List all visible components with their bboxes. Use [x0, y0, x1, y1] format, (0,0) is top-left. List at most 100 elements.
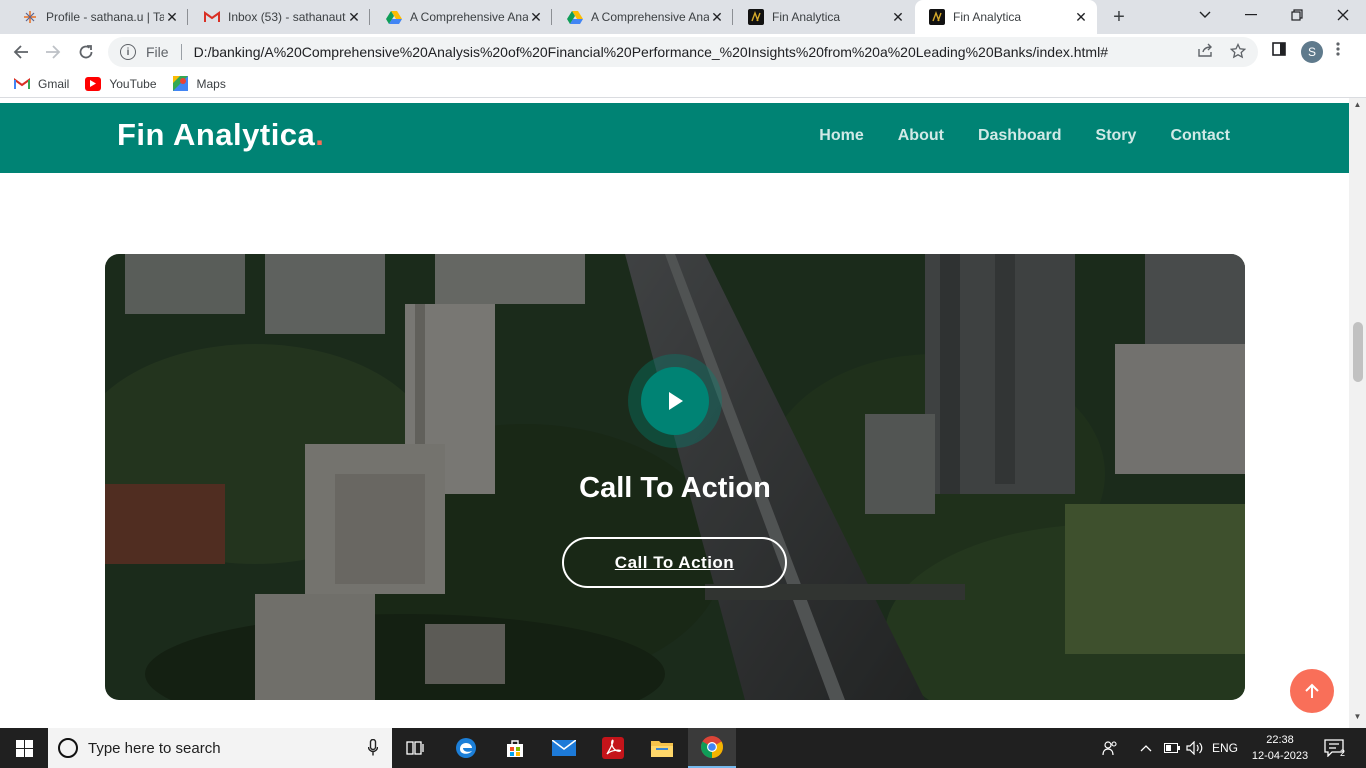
bookmark-label: YouTube [109, 76, 157, 91]
microphone-icon[interactable] [367, 738, 379, 760]
site-header: Fin Analytica. Home About Dashboard Stor… [0, 103, 1349, 173]
url-text[interactable]: D:/banking/A%20Comprehensive%20Analysis%… [194, 44, 1204, 60]
minimize-button[interactable] [1228, 0, 1274, 30]
close-tab-icon[interactable]: ✕ [1073, 9, 1089, 25]
notification-center-icon[interactable]: 2 [1324, 728, 1345, 768]
side-panel-icon[interactable] [1272, 42, 1286, 60]
fin-analytica-favicon [929, 9, 945, 25]
play-icon [669, 392, 683, 410]
close-tab-icon[interactable]: ✕ [709, 9, 725, 25]
close-tab-icon[interactable]: ✕ [890, 9, 906, 25]
play-video-button[interactable] [641, 367, 709, 435]
close-tab-icon[interactable]: ✕ [164, 9, 180, 25]
main-nav: Home About Dashboard Story Contact [785, 127, 1230, 145]
tab-inbox[interactable]: Inbox (53) - sathanaut ✕ [190, 0, 370, 34]
arrow-up-icon [1305, 683, 1319, 698]
chrome-icon[interactable] [688, 728, 736, 768]
gmail-icon [14, 77, 30, 91]
tab-separator [369, 9, 370, 25]
back-button[interactable] [8, 39, 34, 65]
tab-title: Profile - sathana.u | Ta [46, 10, 164, 24]
logo-text: Fin Analytica [117, 117, 316, 152]
scrollbar-thumb[interactable] [1353, 322, 1363, 382]
bookmark-gmail[interactable]: Gmail [14, 77, 69, 91]
search-placeholder: Type here to search [88, 739, 221, 757]
tab-drive-2[interactable]: A Comprehensive Ana ✕ [553, 0, 733, 34]
scroll-up-arrow-icon[interactable]: ▲ [1349, 100, 1366, 114]
bookmark-label: Maps [196, 76, 226, 91]
close-tab-icon[interactable]: ✕ [528, 9, 544, 25]
play-button-halo [628, 354, 722, 448]
kebab-menu-icon[interactable] [1336, 42, 1340, 60]
people-icon[interactable] [1102, 728, 1118, 768]
clock-time: 22:38 [1266, 734, 1294, 746]
restore-button[interactable] [1274, 0, 1320, 30]
profile-avatar[interactable]: S [1301, 41, 1323, 63]
close-tab-icon[interactable]: ✕ [346, 9, 362, 25]
bookmark-youtube[interactable]: YouTube [85, 76, 157, 91]
system-clock[interactable]: 22:38 12-04-2023 [1250, 732, 1310, 764]
tab-drive-1[interactable]: A Comprehensive Ana ✕ [372, 0, 552, 34]
windows-logo-icon [15, 739, 33, 757]
page-viewport: Fin Analytica. Home About Dashboard Stor… [0, 98, 1366, 728]
tab-title: A Comprehensive Ana [410, 10, 528, 24]
nav-dashboard[interactable]: Dashboard [978, 127, 1062, 145]
tab-fin-analytica[interactable]: Fin Analytica ✕ [734, 0, 914, 34]
tab-title: A Comprehensive Ana [591, 10, 709, 24]
reload-button[interactable] [73, 39, 99, 65]
tab-title: Inbox (53) - sathanaut [228, 10, 346, 24]
nav-home[interactable]: Home [819, 127, 863, 145]
scroll-down-arrow-icon[interactable]: ▼ [1349, 712, 1366, 726]
volume-icon[interactable] [1186, 728, 1204, 768]
file-explorer-icon[interactable] [638, 728, 686, 768]
chevron-up-icon[interactable] [1140, 728, 1152, 768]
tab-search-icon[interactable] [1182, 0, 1228, 30]
youtube-icon [85, 76, 102, 91]
gmail-icon [204, 9, 220, 25]
tab-title: Fin Analytica [953, 10, 1022, 24]
language-indicator[interactable]: ENG [1212, 728, 1238, 768]
bookmark-label: Gmail [38, 76, 70, 91]
nav-contact[interactable]: Contact [1170, 127, 1230, 145]
info-icon[interactable]: i [120, 44, 136, 60]
taskbar-search-box[interactable]: Type here to search [48, 728, 392, 768]
new-tab-button[interactable]: + [1108, 6, 1130, 28]
store-icon[interactable] [491, 728, 539, 768]
back-to-top-button[interactable] [1290, 669, 1334, 713]
omnibox-divider [180, 44, 182, 60]
tab-separator [551, 9, 552, 25]
browser-tab-strip: Profile - sathana.u | Ta ✕ Inbox (53) - … [0, 0, 1366, 34]
address-bar[interactable]: i File D:/banking/A%20Comprehensive%20An… [108, 37, 1258, 67]
page-scrollbar[interactable]: ▲ ▼ [1349, 98, 1366, 728]
google-drive-icon [386, 9, 402, 25]
scheme-label: File [146, 44, 169, 60]
tab-separator [732, 9, 733, 25]
bookmark-maps[interactable]: Maps [173, 76, 226, 91]
edge-icon[interactable] [442, 728, 490, 768]
cta-title: Call To Action [579, 472, 771, 504]
tab-fin-analytica-active[interactable]: Fin Analytica ✕ [915, 0, 1097, 34]
nav-about[interactable]: About [898, 127, 944, 145]
mail-icon[interactable] [540, 728, 588, 768]
tab-profile[interactable]: Profile - sathana.u | Ta ✕ [8, 0, 188, 34]
tab-title: Fin Analytica [772, 10, 841, 24]
share-icon[interactable] [1198, 43, 1214, 61]
notification-count: 2 [1340, 748, 1346, 758]
nav-story[interactable]: Story [1096, 127, 1137, 145]
cta-button[interactable]: Call To Action [562, 537, 787, 588]
site-logo[interactable]: Fin Analytica. [117, 117, 324, 153]
fin-analytica-favicon [748, 9, 764, 25]
cortana-icon [58, 738, 78, 758]
forward-button[interactable] [40, 39, 66, 65]
windows-start-button[interactable] [0, 728, 48, 768]
task-view-icon[interactable] [392, 728, 440, 768]
battery-icon[interactable] [1164, 728, 1180, 768]
close-window-button[interactable] [1320, 0, 1366, 30]
bookmark-star-icon[interactable] [1229, 42, 1247, 63]
acrobat-icon[interactable] [589, 728, 637, 768]
google-drive-icon [567, 9, 583, 25]
tab-separator [187, 9, 188, 25]
logo-dot: . [315, 117, 325, 152]
call-to-action-section: Call To Action Call To Action [105, 254, 1245, 700]
bookmarks-bar: Gmail YouTube Maps [0, 70, 1366, 98]
